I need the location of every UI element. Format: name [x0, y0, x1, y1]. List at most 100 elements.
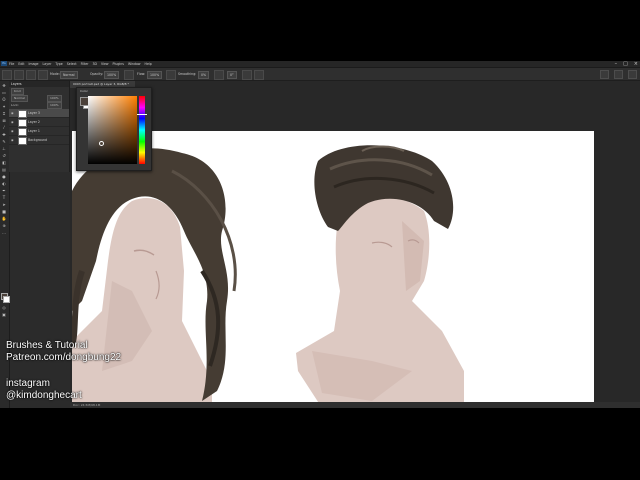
shape-tool-icon[interactable]: ■: [1, 209, 7, 214]
layer-filter-row: Kind: [9, 88, 69, 95]
window-controls: – □ ×: [615, 61, 638, 67]
quick-mask-icon[interactable]: ◎: [1, 305, 7, 310]
layer-row[interactable]: ◉ Background: [9, 136, 69, 145]
status-text: Doc: 24.5M/98.1M: [73, 403, 101, 407]
quick-select-tool-icon[interactable]: ✦: [1, 104, 7, 109]
eye-icon[interactable]: ◉: [11, 111, 15, 115]
symmetry-icon[interactable]: [254, 70, 264, 80]
menu-view[interactable]: View: [101, 61, 109, 67]
move-tool-icon[interactable]: ✥: [1, 83, 7, 88]
airbrush-icon[interactable]: [166, 70, 176, 80]
menu-file[interactable]: File: [9, 61, 14, 67]
app-logo: Ps: [1, 61, 7, 66]
layer-row[interactable]: ◉ Layer 3: [9, 109, 69, 118]
search-icon[interactable]: [600, 70, 609, 79]
zoom-tool-icon[interactable]: ⊕: [1, 223, 7, 228]
menu-edit[interactable]: Edit: [18, 61, 24, 67]
menu-3d[interactable]: 3D: [92, 61, 96, 67]
workspace-icon[interactable]: [614, 70, 623, 79]
menu-plugins[interactable]: Plugins: [113, 61, 124, 67]
overlay-line-patreon: Patreon.com/dongbung22: [6, 352, 122, 363]
menu-filter[interactable]: Filter: [81, 61, 89, 67]
smoothing-field[interactable]: 0%: [198, 71, 210, 79]
gradient-tool-icon[interactable]: ▤: [1, 167, 7, 172]
brush-tool-icon[interactable]: [14, 70, 24, 80]
layer-kind-filter[interactable]: Kind: [11, 88, 24, 95]
background-color-swatch[interactable]: [3, 296, 10, 303]
left-portrait: [72, 148, 237, 408]
marquee-tool-icon[interactable]: ▭: [1, 90, 7, 95]
hue-slider[interactable]: [139, 96, 145, 164]
history-brush-icon[interactable]: ↺: [1, 153, 7, 158]
healing-tool-icon[interactable]: ✚: [1, 132, 7, 137]
more-tools-icon[interactable]: …: [1, 230, 7, 235]
blur-tool-icon[interactable]: ●: [1, 174, 7, 179]
color-swatches[interactable]: [1, 293, 10, 303]
layer-name: Layer 3: [28, 111, 40, 115]
eye-icon[interactable]: ◉: [11, 129, 15, 133]
crop-tool-icon[interactable]: ⌗: [1, 111, 7, 116]
mode-dropdown[interactable]: Normal: [60, 71, 78, 79]
pressure-size-icon[interactable]: [242, 70, 252, 80]
brush-preset-picker[interactable]: [26, 70, 36, 80]
color-picker-title: Color: [80, 89, 88, 93]
layer-thumbnail: [18, 119, 27, 127]
dodge-tool-icon[interactable]: ◐: [1, 181, 7, 186]
layer-name: Layer 1: [28, 129, 40, 133]
overlay-line-instagram: instagram: [6, 378, 50, 389]
menu-items: File Edit Image Layer Type Select Filter…: [9, 61, 152, 67]
menu-layer[interactable]: Layer: [43, 61, 52, 67]
eraser-tool-icon[interactable]: ◧: [1, 160, 7, 165]
menu-help[interactable]: Help: [145, 61, 152, 67]
color-cursor[interactable]: [99, 141, 104, 146]
hue-slider-handle[interactable]: [137, 114, 147, 115]
menu-image[interactable]: Image: [29, 61, 39, 67]
overlay-line-handle: @kimdonghecart: [6, 390, 82, 401]
layer-name: Background: [28, 138, 48, 142]
path-select-tool-icon[interactable]: ➤: [1, 202, 7, 207]
share-icon[interactable]: [628, 70, 637, 79]
overlay-line-brushes: Brushes & Tutorial: [6, 340, 88, 351]
home-icon[interactable]: [2, 70, 12, 80]
canvas[interactable]: [72, 131, 594, 408]
tab-layers[interactable]: Layers: [11, 81, 22, 87]
menu-window[interactable]: Window: [128, 61, 141, 67]
maximize-button[interactable]: □: [623, 61, 628, 67]
layer-fill-field[interactable]: 100%: [47, 102, 62, 109]
eye-icon[interactable]: ◉: [11, 120, 15, 124]
right-portrait: [296, 145, 464, 408]
layer-opacity-field[interactable]: 100%: [47, 95, 62, 102]
eyedropper-tool-icon[interactable]: ⁄: [1, 125, 7, 130]
brush-settings-icon[interactable]: [38, 70, 48, 80]
smoothing-settings-icon[interactable]: [214, 70, 224, 80]
color-picker-popup: Color: [76, 87, 152, 171]
brush-tool-icon[interactable]: ✎: [1, 139, 7, 144]
flow-field[interactable]: 100%: [147, 71, 163, 79]
minimize-button[interactable]: –: [615, 61, 618, 67]
layer-lock-row: Lock: 100%: [9, 102, 69, 109]
type-tool-icon[interactable]: T: [1, 195, 7, 200]
pen-tool-icon[interactable]: ✒: [1, 188, 7, 193]
menu-type[interactable]: Type: [55, 61, 62, 67]
eye-icon[interactable]: ◉: [11, 138, 15, 142]
angle-field[interactable]: 0°: [227, 71, 237, 79]
status-bar: Doc: 24.5M/98.1M: [70, 402, 640, 408]
layer-blend-mode-dropdown[interactable]: Normal: [11, 95, 28, 102]
opacity-field[interactable]: 100%: [104, 71, 120, 79]
pressure-opacity-icon[interactable]: [124, 70, 134, 80]
layer-row[interactable]: ◉ Layer 1: [9, 127, 69, 136]
layers-panel-tabs: Layers: [9, 81, 69, 87]
opacity-label: Opacity:: [90, 72, 104, 76]
hand-tool-icon[interactable]: ✋: [1, 216, 7, 221]
menu-select[interactable]: Select: [67, 61, 77, 67]
saturation-brightness-field[interactable]: [88, 96, 137, 164]
screen-mode-icon[interactable]: ▣: [1, 312, 7, 317]
lasso-tool-icon[interactable]: ʘ: [1, 97, 7, 102]
layer-row[interactable]: ◉ Layer 2: [9, 118, 69, 127]
options-bar: Mode: Normal Opacity: 100% Flow: 100% Sm…: [0, 68, 640, 81]
layer-thumbnail: [18, 128, 27, 136]
frame-tool-icon[interactable]: ⊠: [1, 118, 7, 123]
stamp-tool-icon[interactable]: ⊥: [1, 146, 7, 151]
close-button[interactable]: ×: [634, 61, 638, 67]
layer-thumbnail: [18, 110, 27, 118]
